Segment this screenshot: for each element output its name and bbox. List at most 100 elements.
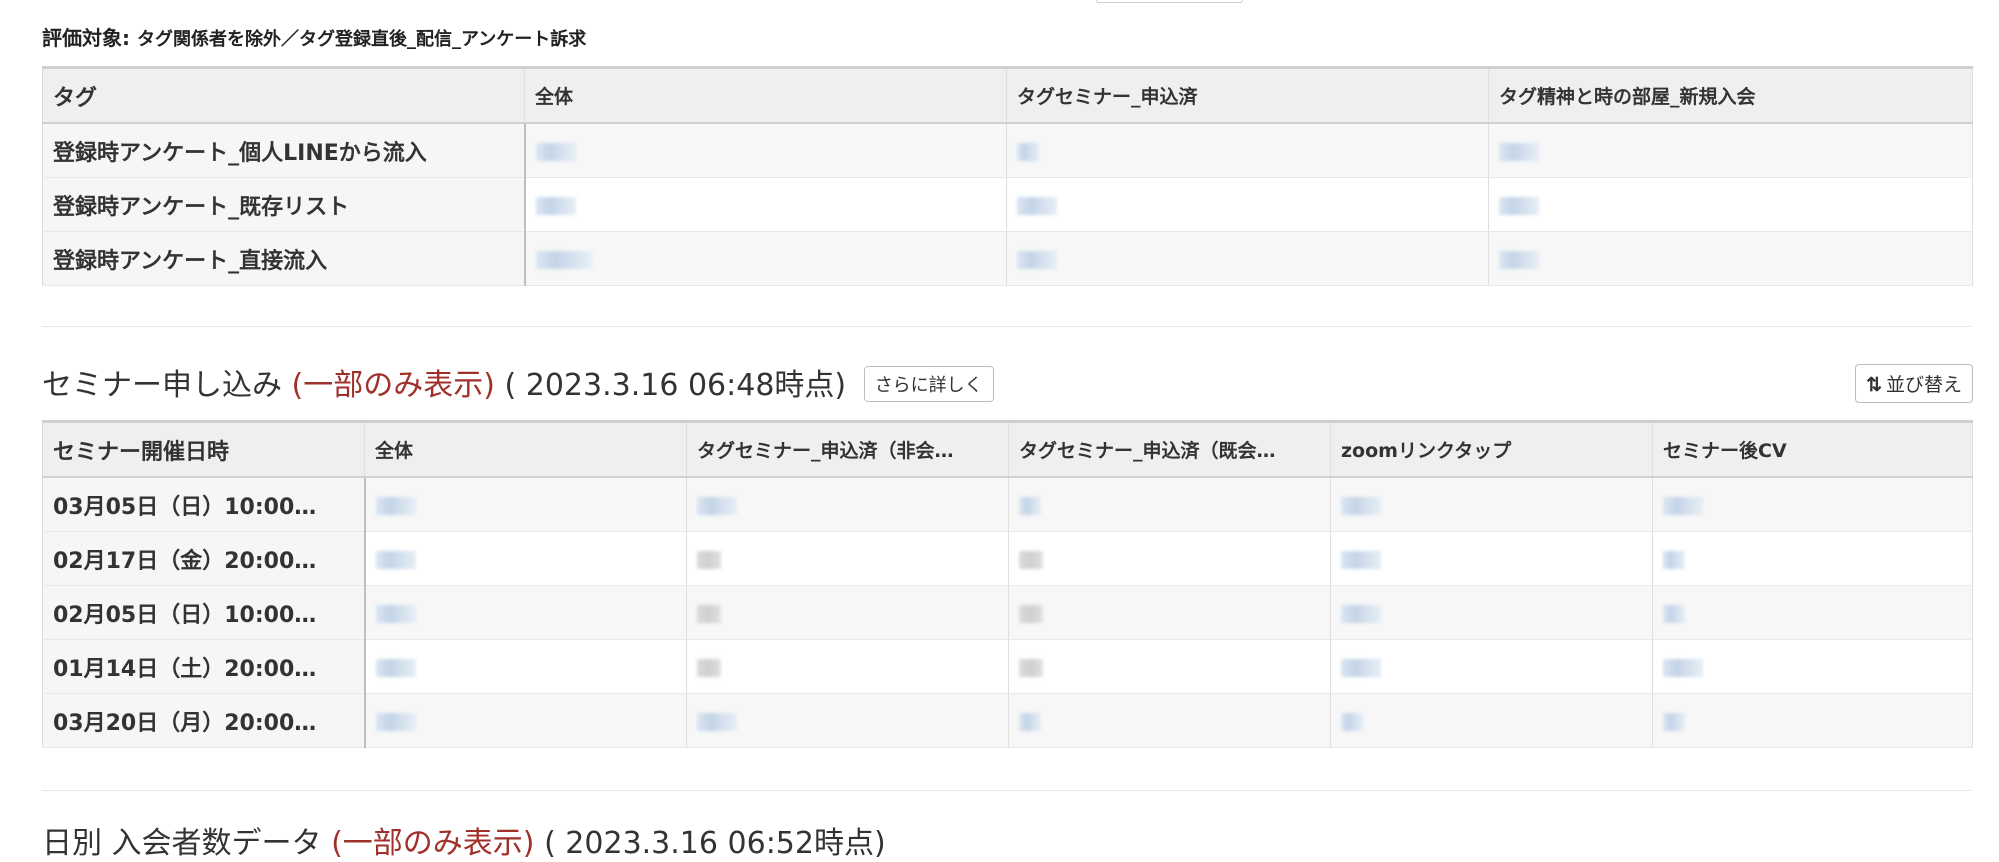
partial-display-note: (一部のみ表示) bbox=[291, 368, 495, 403]
seminar-section-timestamp: ( 2023.3.16 06:48時点) bbox=[504, 368, 847, 403]
blurred-value bbox=[364, 639, 687, 694]
blurred-value-mark bbox=[1019, 659, 1043, 677]
blurred-value-mark bbox=[375, 713, 416, 731]
blurred-value-mark bbox=[1663, 497, 1703, 515]
blurred-value-mark bbox=[535, 143, 576, 161]
blurred-value bbox=[686, 585, 1009, 640]
blurred-value-mark bbox=[375, 497, 416, 515]
blurred-value-mark bbox=[697, 713, 737, 731]
blurred-value bbox=[686, 639, 1009, 694]
blurred-value bbox=[1008, 693, 1331, 748]
blurred-value-mark bbox=[1663, 605, 1685, 623]
blurred-value bbox=[1330, 477, 1653, 532]
seminar-table-header-post-cv: セミナー後CV bbox=[1652, 421, 1973, 478]
seminar-date: 03月20日（月）20:00… bbox=[42, 693, 366, 748]
table-row: 登録時アンケート_個人LINEから流入 bbox=[42, 123, 1973, 178]
next-section-timestamp: ( 2023.3.16 06:52時点) bbox=[544, 826, 886, 861]
blurred-value bbox=[1652, 693, 1973, 748]
blurred-value bbox=[1652, 639, 1973, 694]
seminar-table-header-applied-nonmember: タグセミナー_申込済（非会… bbox=[686, 421, 1009, 478]
section-divider bbox=[42, 790, 1972, 791]
tag-table: タグ 全体 タグセミナー_申込済 タグ精神と時の部屋_新規入会 登録時アンケート… bbox=[42, 66, 1973, 286]
blurred-value bbox=[1006, 123, 1489, 178]
blurred-value-mark bbox=[1663, 659, 1703, 677]
blurred-value bbox=[1488, 231, 1973, 286]
blurred-value bbox=[524, 231, 1007, 286]
table-row: 03月20日（月）20:00… bbox=[42, 693, 1973, 748]
blurred-value-mark bbox=[1019, 551, 1043, 569]
blurred-value-mark bbox=[535, 251, 592, 269]
blurred-value-mark bbox=[697, 497, 737, 515]
sort-arrows-icon: ⇅ bbox=[1866, 375, 1882, 396]
blurred-value bbox=[1008, 585, 1331, 640]
blurred-value-mark bbox=[375, 605, 416, 623]
blurred-value bbox=[1652, 477, 1973, 532]
row-label: 登録時アンケート_個人LINEから流入 bbox=[42, 123, 526, 178]
seminar-table-header-zoom-tap: zoomリンクタップ bbox=[1330, 421, 1653, 478]
blurred-value bbox=[1330, 639, 1653, 694]
blurred-value bbox=[1330, 585, 1653, 640]
row-label: 登録時アンケート_既存リスト bbox=[42, 177, 526, 232]
table-row: 登録時アンケート_既存リスト bbox=[42, 177, 1973, 232]
blurred-value-mark bbox=[1341, 551, 1381, 569]
blurred-value bbox=[524, 177, 1007, 232]
blurred-value bbox=[364, 585, 687, 640]
blurred-value-mark bbox=[375, 551, 416, 569]
blurred-value-mark bbox=[697, 551, 721, 569]
tag-table-header-new-member: タグ精神と時の部屋_新規入会 bbox=[1488, 67, 1973, 124]
blurred-value bbox=[1008, 477, 1331, 532]
blurred-value-mark bbox=[1341, 605, 1381, 623]
blurred-value bbox=[1330, 531, 1653, 586]
seminar-date: 02月05日（日）10:00… bbox=[42, 585, 366, 640]
blurred-value bbox=[686, 531, 1009, 586]
blurred-value-mark bbox=[1019, 497, 1041, 515]
tag-table-header-row: タグ 全体 タグセミナー_申込済 タグ精神と時の部屋_新規入会 bbox=[42, 67, 1973, 124]
evaluation-target-value: タグ関係者を除外／タグ登録直後_配信_アンケート訴求 bbox=[136, 29, 587, 50]
blurred-value bbox=[1488, 177, 1973, 232]
seminar-table-header-applied-member: タグセミナー_申込済（既会… bbox=[1008, 421, 1331, 478]
tag-table-header-tag: タグ bbox=[42, 67, 525, 124]
seminar-table: セミナー開催日時 全体 タグセミナー_申込済（非会… タグセミナー_申込済（既会… bbox=[42, 420, 1973, 748]
blurred-value bbox=[364, 477, 687, 532]
table-row: 02月17日（金）20:00… bbox=[42, 531, 1973, 586]
blurred-value-mark bbox=[1499, 197, 1539, 215]
blurred-value-mark bbox=[1017, 251, 1057, 269]
top-tab-edge bbox=[1096, 0, 1243, 3]
blurred-value-mark bbox=[1663, 551, 1685, 569]
blurred-value-mark bbox=[1341, 713, 1363, 731]
blurred-value-mark bbox=[1017, 197, 1057, 215]
seminar-table-header-date: セミナー開催日時 bbox=[42, 421, 365, 478]
sort-button-label: 並び替え bbox=[1885, 375, 1962, 396]
table-row: 03月05日（日）10:00… bbox=[42, 477, 1973, 532]
blurred-value bbox=[364, 531, 687, 586]
blurred-value bbox=[524, 123, 1007, 178]
blurred-value-mark bbox=[1019, 713, 1041, 731]
tag-table-header-total: 全体 bbox=[524, 67, 1007, 124]
blurred-value bbox=[1006, 231, 1489, 286]
blurred-value-mark bbox=[1341, 497, 1381, 515]
blurred-value-mark bbox=[1019, 605, 1043, 623]
table-row: 登録時アンケート_直接流入 bbox=[42, 231, 1973, 286]
more-details-button[interactable]: さらに詳しく bbox=[863, 365, 994, 402]
blurred-value bbox=[686, 477, 1009, 532]
blurred-value-mark bbox=[697, 659, 721, 677]
blurred-value bbox=[364, 693, 687, 748]
blurred-value bbox=[1008, 531, 1331, 586]
blurred-value bbox=[1330, 693, 1653, 748]
blurred-value-mark bbox=[697, 605, 721, 623]
blurred-value bbox=[1652, 585, 1973, 640]
blurred-value-mark bbox=[1017, 143, 1039, 161]
section-divider bbox=[42, 326, 1972, 327]
blurred-value-mark bbox=[1499, 143, 1539, 161]
seminar-date: 01月14日（土）20:00… bbox=[42, 639, 366, 694]
sort-button[interactable]: ⇅ 並び替え bbox=[1855, 364, 1973, 403]
blurred-value-mark bbox=[1341, 659, 1381, 677]
blurred-value-mark bbox=[1499, 251, 1539, 269]
seminar-table-header-row: セミナー開催日時 全体 タグセミナー_申込済（非会… タグセミナー_申込済（既会… bbox=[42, 421, 1973, 478]
blurred-value bbox=[686, 693, 1009, 748]
next-section-heading: 日別 入会者数データ (一部のみ表示) ( 2023.3.16 06:52時点) bbox=[42, 818, 886, 862]
partial-display-note: (一部のみ表示) bbox=[331, 826, 535, 861]
blurred-value bbox=[1652, 531, 1973, 586]
evaluation-target: 評価対象: タグ関係者を除外／タグ登録直後_配信_アンケート訴求 bbox=[42, 22, 586, 51]
blurred-value-mark bbox=[375, 659, 416, 677]
